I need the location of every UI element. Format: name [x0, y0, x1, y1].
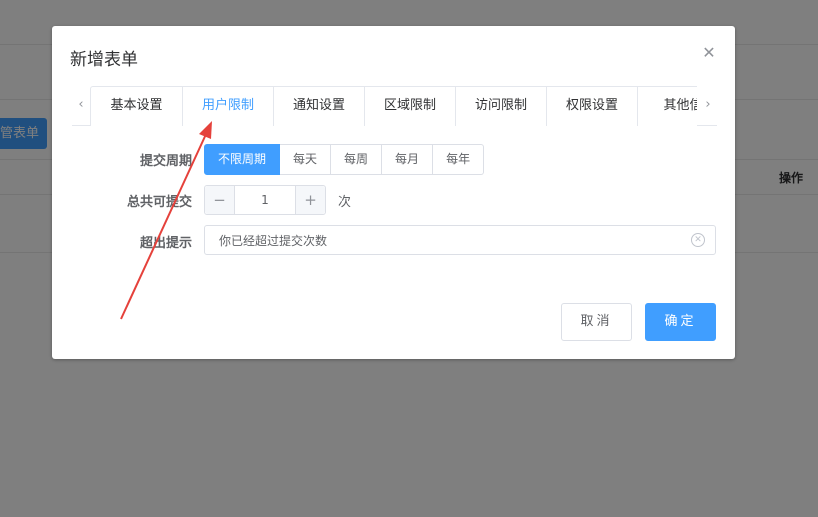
tab-item[interactable]: 基本设置 [91, 87, 182, 126]
minus-icon[interactable]: − [205, 186, 235, 214]
tab-item[interactable]: 其他信 [637, 87, 697, 126]
period-option[interactable]: 每月 [382, 144, 434, 175]
tab-item[interactable]: 权限设置 [546, 87, 637, 126]
dialog-title: 新增表单 [70, 50, 138, 70]
clear-icon[interactable]: ✕ [691, 233, 705, 247]
chevron-left-icon[interactable]: ‹ [72, 86, 90, 125]
close-icon[interactable]: ✕ [700, 44, 718, 62]
tabs-nav: ‹ 基本设置用户限制通知设置区域限制访问限制权限设置其他信 › [72, 86, 717, 126]
tab-item[interactable]: 区域限制 [364, 87, 455, 126]
period-option[interactable]: 每年 [433, 144, 485, 175]
total-label: 总共可提交 [126, 195, 192, 210]
period-label: 提交周期 [139, 154, 192, 169]
tab-item[interactable]: 访问限制 [455, 87, 546, 126]
tabs-row: 基本设置用户限制通知设置区域限制访问限制权限设置其他信 [90, 86, 697, 126]
exceed-label: 超出提示 [139, 236, 192, 251]
tabs-scroll: 基本设置用户限制通知设置区域限制访问限制权限设置其他信 [90, 86, 697, 126]
period-option[interactable]: 每周 [331, 144, 383, 175]
plus-icon[interactable]: + [295, 186, 325, 214]
cancel-button[interactable]: 取消 [561, 303, 632, 341]
exceed-input[interactable] [205, 226, 689, 254]
exceed-input-wrap: ✕ [204, 225, 716, 255]
period-option[interactable]: 不限周期 [204, 144, 281, 175]
period-option[interactable]: 每天 [280, 144, 332, 175]
tab-item[interactable]: 通知设置 [273, 87, 364, 126]
period-radio-group: 不限周期 每天 每周 每月 每年 [204, 144, 485, 175]
tab-item[interactable]: 用户限制 [182, 87, 273, 126]
chevron-right-icon[interactable]: › [699, 86, 717, 125]
total-unit: 次 [338, 195, 352, 210]
confirm-button[interactable]: 确定 [645, 303, 716, 341]
add-form-dialog: 新增表单 ✕ ‹ 基本设置用户限制通知设置区域限制访问限制权限设置其他信 › 提… [52, 26, 735, 359]
total-input[interactable] [235, 186, 295, 214]
total-stepper: − + [204, 185, 326, 215]
